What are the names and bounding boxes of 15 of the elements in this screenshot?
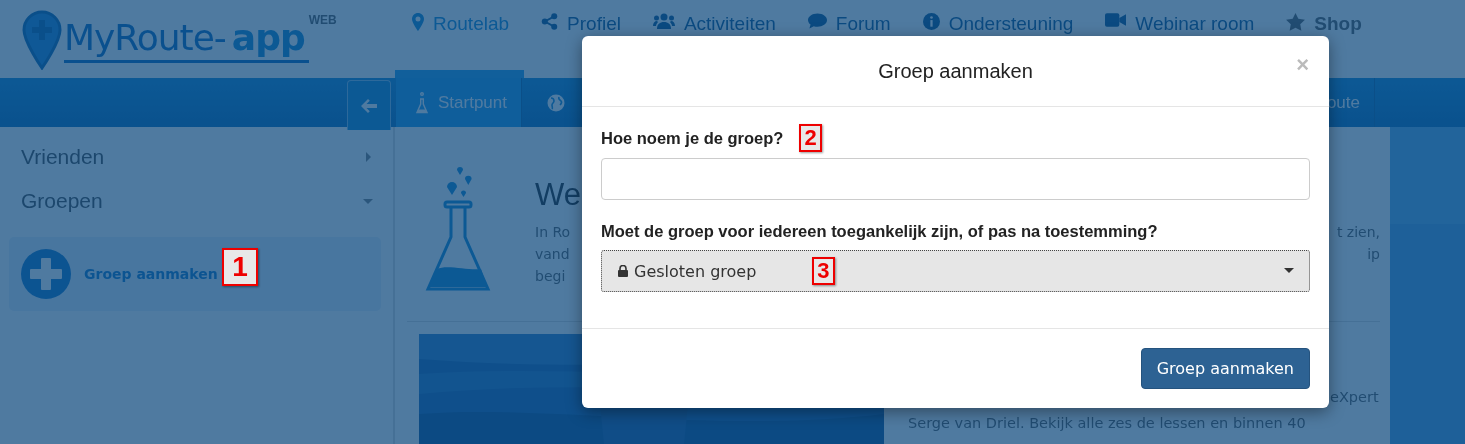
annotation-marker: 1 [222, 248, 258, 286]
caret-down-icon [1284, 268, 1294, 274]
page-heading: We [535, 177, 581, 213]
dialog-title: Groep aanmaken [878, 59, 1033, 83]
dropdown-value: Gesloten groep [634, 261, 757, 281]
close-button[interactable]: × [1296, 52, 1309, 78]
field-label: Moet de groep voor iedereen toegankelijk zijn, of pas na toestemming? [601, 221, 1158, 241]
access-dropdown[interactable]: Gesloten groep 3 [601, 250, 1310, 292]
group-name-field[interactable] [601, 158, 1310, 200]
create-group-button[interactable]: Groep aanmaken [1140, 348, 1310, 389]
field-label: Hoe noem je de groep? [601, 128, 784, 148]
annotation-marker: 2 [799, 124, 822, 152]
lock-icon [618, 265, 628, 277]
annotation-marker: 3 [812, 257, 835, 285]
logo-wordmark[interactable]: MyRoute- app [64, 20, 305, 56]
